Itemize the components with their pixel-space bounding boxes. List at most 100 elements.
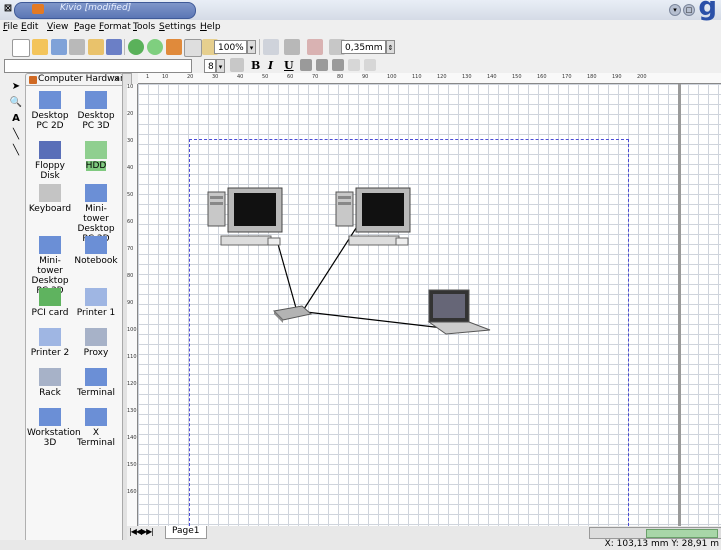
line-width-input[interactable]: 0,35mm <box>341 40 386 54</box>
text-color-icon[interactable] <box>230 58 244 72</box>
line-color-icon[interactable] <box>284 39 300 55</box>
ruler-label: 170 <box>562 74 572 80</box>
underline-button[interactable]: U <box>284 59 294 72</box>
page-tab[interactable]: Page1 <box>165 526 207 539</box>
bold-button[interactable]: B <box>251 59 260 72</box>
cut-icon[interactable] <box>166 39 182 55</box>
ruler-label: 1 <box>146 74 150 80</box>
ruler-label: 30 <box>127 138 134 144</box>
stencil-label: Printer 1 <box>76 308 116 318</box>
select-tool-icon[interactable]: ➤ <box>9 80 23 94</box>
text-tool-icon[interactable]: A <box>9 112 23 126</box>
zoom-combo[interactable]: 100% <box>214 40 247 54</box>
print-icon[interactable] <box>69 39 85 55</box>
zoom-dropdown-icon[interactable]: ▾ <box>247 40 256 54</box>
notebook-shape[interactable] <box>427 289 491 335</box>
menu-settings[interactable]: Settings <box>159 22 196 32</box>
align-right-icon[interactable] <box>332 59 344 71</box>
diagram-svg <box>207 187 491 335</box>
menu-tools[interactable]: Tools <box>133 22 155 32</box>
page-width-icon[interactable] <box>263 39 279 55</box>
print-preview-icon[interactable] <box>88 39 104 55</box>
connector-tool-icon[interactable]: ╲ <box>9 128 23 142</box>
keyboard-icon <box>39 184 61 202</box>
menu-help[interactable]: Help <box>200 22 221 32</box>
minimize-button[interactable]: ▾ <box>669 4 681 16</box>
workstation-3d-icon <box>39 408 61 426</box>
separator <box>259 39 260 55</box>
stencil-item[interactable]: Notebook <box>73 234 119 266</box>
connector-line[interactable] <box>305 311 444 329</box>
stencil-item[interactable]: Workstation 3D <box>27 406 81 448</box>
hub-shape[interactable] <box>272 305 313 323</box>
stencil-item[interactable]: Desktop PC 3D <box>73 89 119 131</box>
ruler-label: 100 <box>387 74 397 80</box>
open-folder-icon[interactable] <box>32 39 48 55</box>
stencil-item[interactable]: Floppy Disk <box>27 139 73 181</box>
font-size-input[interactable]: 8 <box>204 59 216 73</box>
superscript-icon[interactable] <box>348 59 360 71</box>
subscript-icon[interactable] <box>364 59 376 71</box>
mini-tower-2d-icon <box>85 184 107 202</box>
font-size-dropdown-icon[interactable]: ▾ <box>216 59 225 73</box>
menu-view[interactable]: View <box>47 22 68 32</box>
line-width-stepper[interactable]: ⇕ <box>386 40 395 54</box>
window-title: Kivio [modified] <box>60 3 132 13</box>
align-center-icon[interactable] <box>316 59 328 71</box>
desktop-pc-shape[interactable] <box>207 187 283 246</box>
italic-button[interactable]: I <box>268 59 273 72</box>
save-icon[interactable] <box>51 39 67 55</box>
tool-strip: ➤ 🔍 A ╲ ╲ <box>9 80 23 160</box>
printer-1-icon <box>85 288 107 306</box>
connector-line[interactable] <box>277 243 297 309</box>
stencil-label: Printer 2 <box>30 348 70 358</box>
menu-edit[interactable]: Edit <box>21 22 38 32</box>
horizontal-ruler: 1 10 20 30 40 50 60 70 80 90 100 110 120… <box>138 73 721 84</box>
stencil-item[interactable]: Printer 1 <box>73 286 119 318</box>
close-icon[interactable]: × <box>113 74 120 83</box>
scrollbar-thumb[interactable] <box>646 529 718 538</box>
horizontal-scrollbar[interactable] <box>589 527 721 539</box>
ruler-label: 130 <box>127 408 137 414</box>
format-toolbar: 8 ▾ B I U <box>0 58 721 74</box>
desktop-pc-shape[interactable] <box>335 187 411 246</box>
stencil-item[interactable]: HDD <box>73 139 119 171</box>
stencil-item[interactable]: Proxy <box>73 326 119 358</box>
maximize-button[interactable]: □ <box>683 4 695 16</box>
redo-icon[interactable] <box>147 39 163 55</box>
ruler-label: 60 <box>287 74 294 80</box>
stencil-item[interactable]: Printer 2 <box>27 326 73 358</box>
stencil-item[interactable]: Rack <box>27 366 73 398</box>
stencil-item[interactable]: Keyboard <box>27 182 73 214</box>
menu-file[interactable]: File <box>3 22 18 32</box>
menu-format[interactable]: Format <box>99 22 131 32</box>
ruler-label: 130 <box>462 74 472 80</box>
stencil-panel: Desktop PC 2D Desktop PC 3D Floppy Disk … <box>25 85 124 542</box>
ruler-label: 10 <box>127 84 134 90</box>
zoom-tool-icon[interactable]: 🔍 <box>9 96 23 110</box>
ruler-label: 60 <box>127 219 134 225</box>
ruler-label: 150 <box>127 462 137 468</box>
window-menu-icon[interactable]: ⊠ <box>2 3 14 15</box>
stencil-item[interactable]: Desktop PC 2D <box>27 89 73 131</box>
page-nav-buttons[interactable]: |◀◀▶▶| <box>129 527 154 536</box>
menu-page[interactable]: Page <box>74 22 96 32</box>
new-document-icon[interactable] <box>12 39 30 57</box>
polyline-tool-icon[interactable]: ╲ <box>9 144 23 158</box>
font-name-combo[interactable] <box>4 59 192 73</box>
ruler-label: 190 <box>612 74 622 80</box>
stencil-item[interactable]: Terminal <box>73 366 119 398</box>
export-icon[interactable] <box>106 39 122 55</box>
ruler-label: 70 <box>312 74 319 80</box>
stencil-item[interactable]: X Terminal <box>73 406 119 448</box>
fill-color-icon[interactable] <box>307 39 323 55</box>
drawing-canvas[interactable] <box>138 84 721 526</box>
proxy-icon <box>85 328 107 346</box>
copy-icon[interactable] <box>184 39 202 57</box>
vertical-ruler: 10 20 30 40 50 60 70 80 90 100 110 120 1… <box>127 84 138 526</box>
ruler-label: 50 <box>262 74 269 80</box>
ruler-label: 50 <box>127 192 134 198</box>
align-left-icon[interactable] <box>300 59 312 71</box>
undo-icon[interactable] <box>128 39 144 55</box>
stencil-item[interactable]: PCI card <box>27 286 73 318</box>
